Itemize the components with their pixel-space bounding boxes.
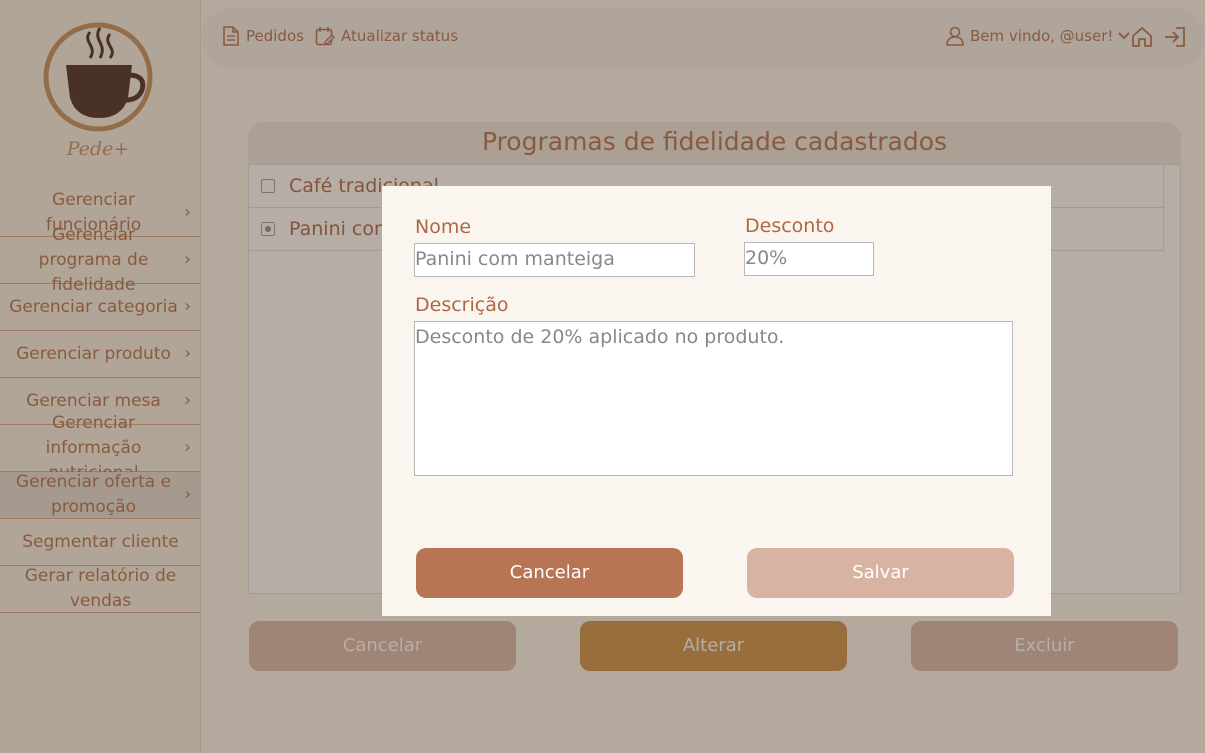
description-label: Descrição	[415, 294, 509, 316]
name-field[interactable]: Panini com manteiga	[414, 243, 695, 277]
discount-field[interactable]: 20%	[744, 242, 874, 276]
discount-label: Desconto	[745, 215, 835, 237]
modal-save-button[interactable]: Salvar	[747, 548, 1014, 598]
description-field[interactable]: Desconto de 20% aplicado no produto.	[414, 321, 1013, 476]
modal-cancel-button[interactable]: Cancelar	[416, 548, 683, 598]
edit-program-modal: Nome Panini com manteiga Desconto 20% De…	[382, 186, 1051, 616]
name-label: Nome	[415, 216, 472, 238]
